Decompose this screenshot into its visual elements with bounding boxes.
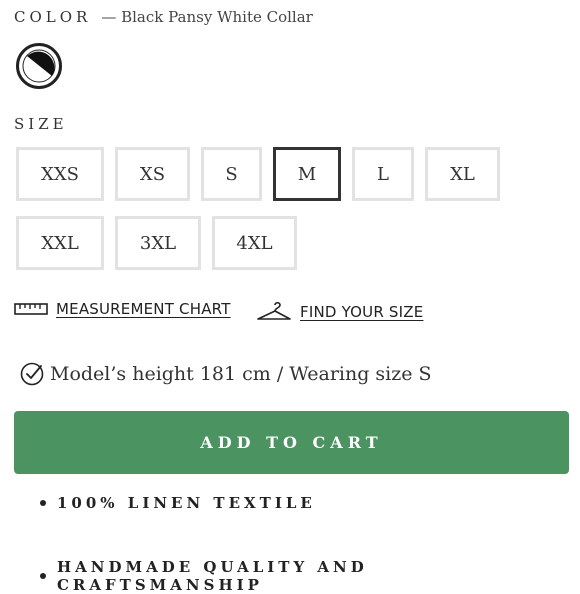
- size-option-l[interactable]: L: [352, 147, 414, 201]
- find-your-size-label[interactable]: FIND YOUR SIZE: [300, 303, 423, 321]
- color-value: — Black Pansy White Collar: [101, 8, 313, 26]
- check-circle-icon: [20, 362, 44, 386]
- feature-item: 100% LINEN TEXTILE: [40, 494, 316, 512]
- size-option-xl[interactable]: XL: [425, 147, 500, 201]
- size-option-xs[interactable]: XS: [115, 147, 190, 201]
- find-your-size-link[interactable]: FIND YOUR SIZE: [256, 300, 423, 324]
- feature-text: 100% LINEN TEXTILE: [57, 494, 316, 512]
- bullet-icon: [40, 573, 46, 579]
- size-option-4xl[interactable]: 4XL: [212, 216, 297, 270]
- color-label: COLOR: [14, 8, 92, 26]
- model-info-text: Model’s height 181 cm / Wearing size S: [50, 363, 432, 385]
- add-to-cart-button[interactable]: ADD TO CART: [14, 411, 569, 474]
- size-option-xxl[interactable]: XXL: [16, 216, 104, 270]
- size-option-xxs[interactable]: XXS: [16, 147, 104, 201]
- swatch-icon: [22, 49, 56, 83]
- ruler-icon: [14, 303, 48, 315]
- measurement-chart-link[interactable]: MEASUREMENT CHART: [14, 300, 231, 318]
- size-option-m[interactable]: M: [273, 147, 341, 201]
- measurement-chart-label[interactable]: MEASUREMENT CHART: [56, 300, 231, 318]
- color-swatch-black-pansy[interactable]: [16, 43, 62, 89]
- size-option-3xl[interactable]: 3XL: [115, 216, 201, 270]
- hanger-icon: [257, 301, 291, 320]
- size-label: SIZE: [14, 115, 68, 133]
- color-row: COLOR — Black Pansy White Collar: [14, 8, 313, 28]
- model-info: Model’s height 181 cm / Wearing size S: [20, 362, 432, 386]
- size-option-s[interactable]: S: [201, 147, 262, 201]
- feature-text: HANDMADE QUALITY AND CRAFTSMANSHIP: [56, 558, 368, 594]
- bullet-icon: [40, 500, 46, 506]
- feature-item: HANDMADE QUALITY AND CRAFTSMANSHIP: [40, 558, 580, 594]
